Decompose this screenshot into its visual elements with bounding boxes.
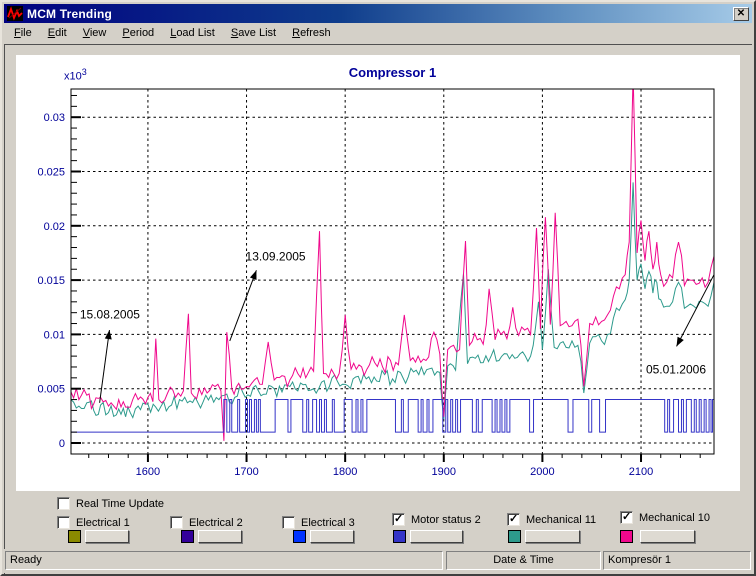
electrical-3-checkbox[interactable]: ✓ bbox=[282, 516, 295, 529]
client-area: Compressor 1 x103 00.0050.010.0150.020.0… bbox=[4, 44, 752, 574]
x-tick-label: 1700 bbox=[234, 466, 258, 478]
x-tick-label: 1600 bbox=[136, 466, 160, 478]
title-bar: MCM Trending ✕ bbox=[4, 4, 752, 23]
menu-edit[interactable]: Edit bbox=[40, 25, 75, 42]
electrical-1-button[interactable] bbox=[85, 530, 129, 543]
y-tick-label: 0.005 bbox=[37, 384, 65, 396]
status-date-time: Date & Time bbox=[446, 551, 601, 570]
status-context: Kompresör 1 bbox=[603, 551, 751, 570]
menu-bar: File Edit View Period Load List Save Lis… bbox=[4, 24, 752, 43]
series-motor-status-2 bbox=[71, 400, 714, 433]
window-title: MCM Trending bbox=[27, 7, 733, 21]
channel-row: ✓ Electrical 1 bbox=[57, 516, 130, 529]
app-window: MCM Trending ✕ File Edit View Period Loa… bbox=[0, 0, 756, 576]
mechanical-11-label: Mechanical 11 bbox=[526, 514, 596, 526]
menu-file[interactable]: File bbox=[6, 25, 40, 42]
electrical-3-label: Electrical 3 bbox=[301, 517, 355, 529]
annotation-label: 13.09.2005 bbox=[246, 250, 306, 264]
menu-view[interactable]: View bbox=[75, 25, 115, 42]
electrical-3-button[interactable] bbox=[310, 530, 354, 543]
annotation-arrow bbox=[677, 275, 714, 347]
series-mechanical-10 bbox=[71, 74, 714, 441]
status-bar: Ready Date & Time Kompresör 1 bbox=[4, 549, 752, 573]
menu-period[interactable]: Period bbox=[114, 25, 162, 42]
electrical-1-color-swatch bbox=[68, 530, 81, 543]
motor-status-2-button[interactable] bbox=[410, 530, 463, 543]
chart-panel: Compressor 1 x103 00.0050.010.0150.020.0… bbox=[16, 55, 740, 491]
annotation-arrow bbox=[230, 270, 257, 341]
electrical-2-label: Electrical 2 bbox=[189, 517, 243, 529]
realtime-update-label: Real Time Update bbox=[76, 498, 164, 510]
channel-row: ✓ Mechanical 10 bbox=[620, 511, 710, 524]
menu-refresh[interactable]: Refresh bbox=[284, 25, 339, 42]
realtime-update-checkbox-row: ✓ Real Time Update bbox=[57, 497, 164, 510]
annotation-arrowhead bbox=[677, 337, 684, 347]
annotation-arrow bbox=[100, 330, 110, 403]
realtime-update-checkbox[interactable]: ✓ bbox=[57, 497, 70, 510]
menu-save-list[interactable]: Save List bbox=[223, 25, 284, 42]
channel-row: ✓ Electrical 2 bbox=[170, 516, 243, 529]
y-tick-label: 0.025 bbox=[37, 167, 65, 179]
channel-row: ✓ Electrical 3 bbox=[282, 516, 355, 529]
close-button[interactable]: ✕ bbox=[733, 7, 749, 21]
electrical-1-checkbox[interactable]: ✓ bbox=[57, 516, 70, 529]
x-tick-label: 1800 bbox=[333, 466, 357, 478]
mechanical-11-color-swatch bbox=[508, 530, 521, 543]
x-tick-label: 2100 bbox=[629, 466, 653, 478]
channel-row: ✓ Motor status 2 bbox=[392, 513, 481, 526]
x-tick-label: 1900 bbox=[432, 466, 456, 478]
annotation-label: 15.08.2005 bbox=[80, 307, 140, 321]
annotation-label: 05.01.2006 bbox=[646, 363, 706, 377]
mechanical-10-color-swatch bbox=[620, 530, 633, 543]
motor-status-2-checkbox[interactable]: ✓ bbox=[392, 513, 405, 526]
electrical-2-button[interactable] bbox=[198, 530, 242, 543]
mechanical-10-label: Mechanical 10 bbox=[639, 512, 710, 524]
electrical-2-checkbox[interactable]: ✓ bbox=[170, 516, 183, 529]
electrical-1-label: Electrical 1 bbox=[76, 517, 130, 529]
y-tick-label: 0 bbox=[59, 438, 65, 450]
menu-load-list[interactable]: Load List bbox=[162, 25, 223, 42]
motor-status-2-color-swatch bbox=[393, 530, 406, 543]
y-tick-label: 0.03 bbox=[44, 112, 65, 124]
annotation-arrowhead bbox=[250, 270, 257, 280]
y-tick-label: 0.02 bbox=[44, 221, 65, 233]
series-mechanical-11 bbox=[71, 182, 714, 419]
y-tick-label: 0.01 bbox=[44, 329, 65, 341]
mechanical-10-button[interactable] bbox=[640, 530, 695, 543]
mechanical-11-button[interactable] bbox=[525, 530, 580, 543]
status-ready: Ready bbox=[5, 551, 443, 570]
y-tick-label: 0.015 bbox=[37, 275, 65, 287]
electrical-2-color-swatch bbox=[181, 530, 194, 543]
channel-row: ✓ Mechanical 11 bbox=[507, 513, 596, 526]
mechanical-10-checkbox[interactable]: ✓ bbox=[620, 511, 633, 524]
trend-chart[interactable]: 0 0.005 0.01 0.015 0.02 0.025 0.03 1600 1700 1800… bbox=[16, 55, 740, 491]
electrical-3-color-swatch bbox=[293, 530, 306, 543]
motor-status-2-label: Motor status 2 bbox=[411, 514, 481, 526]
mechanical-11-checkbox[interactable]: ✓ bbox=[507, 513, 520, 526]
x-tick-label: 2000 bbox=[530, 466, 554, 478]
app-icon bbox=[7, 6, 23, 21]
